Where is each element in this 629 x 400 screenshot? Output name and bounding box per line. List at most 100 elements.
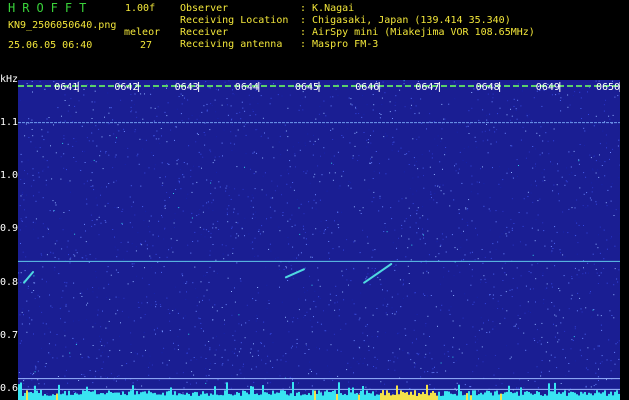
noise-pixel	[75, 141, 77, 142]
noise-pixel	[65, 303, 67, 305]
noise-pixel	[92, 345, 94, 346]
noise-pixel	[185, 283, 187, 284]
noise-pixel	[132, 201, 134, 203]
noise-pixel	[101, 368, 103, 369]
noise-pixel	[594, 155, 596, 156]
noise-pixel	[492, 321, 494, 323]
noise-pixel	[167, 102, 169, 104]
noise-pixel	[460, 232, 462, 234]
noise-pixel	[309, 319, 311, 321]
noise-pixel	[153, 293, 155, 294]
noise-pixel	[93, 189, 95, 191]
noise-pixel	[477, 99, 479, 101]
noise-pixel	[578, 159, 580, 161]
noise-pixel	[177, 344, 179, 346]
noise-pixel	[595, 243, 597, 245]
noise-pixel	[372, 109, 374, 111]
noise-pixel	[414, 366, 416, 368]
power-bar	[454, 393, 456, 400]
power-bar	[226, 382, 228, 400]
noise-pixel	[535, 278, 537, 280]
noise-pixel	[584, 333, 586, 335]
noise-pixel	[215, 136, 217, 138]
noise-pixel	[21, 323, 23, 325]
noise-pixel	[504, 317, 506, 319]
noise-pixel	[64, 281, 66, 283]
noise-pixel	[169, 330, 171, 331]
power-bar	[468, 391, 470, 400]
noise-pixel	[517, 99, 519, 101]
noise-pixel	[513, 325, 515, 327]
noise-pixel	[191, 212, 193, 214]
power-bar	[548, 383, 550, 400]
noise-pixel	[291, 226, 293, 228]
noise-pixel	[289, 218, 291, 220]
noise-pixel	[164, 205, 166, 207]
noise-pixel	[260, 83, 262, 85]
noise-pixel	[144, 267, 145, 269]
noise-pixel	[428, 150, 430, 152]
noise-pixel	[238, 314, 240, 316]
noise-pixel	[209, 266, 211, 268]
noise-pixel	[485, 355, 487, 357]
noise-pixel	[298, 309, 300, 311]
noise-pixel	[291, 214, 293, 216]
noise-pixel	[442, 184, 444, 186]
noise-pixel	[615, 209, 617, 211]
noise-pixel	[466, 222, 468, 223]
noise-pixel	[589, 154, 591, 156]
noise-pixel	[462, 159, 464, 161]
power-bar	[30, 391, 32, 400]
noise-pixel	[63, 138, 65, 140]
noise-pixel	[161, 162, 163, 164]
power-bar	[128, 391, 130, 400]
noise-pixel	[439, 184, 441, 186]
time-tick-label: 0647	[415, 82, 439, 93]
noise-pixel	[540, 371, 542, 373]
noise-pixel	[366, 276, 368, 278]
noise-pixel	[26, 331, 28, 333]
noise-pixel	[396, 311, 397, 313]
noise-pixel	[20, 272, 22, 274]
noise-pixel	[287, 136, 289, 138]
noise-pixel	[102, 168, 104, 170]
noise-pixel	[153, 135, 155, 136]
power-bar	[372, 391, 374, 400]
noise-pixel	[483, 183, 485, 185]
noise-pixel	[158, 379, 160, 381]
noise-pixel	[250, 348, 252, 350]
power-bar	[446, 391, 448, 400]
noise-pixel	[559, 309, 561, 311]
noise-pixel	[398, 237, 399, 239]
noise-pixel	[375, 390, 377, 392]
noise-pixel	[444, 118, 446, 120]
noise-pixel	[90, 186, 92, 187]
noise-pixel	[252, 355, 254, 357]
power-bar	[618, 393, 620, 400]
noise-pixel	[498, 166, 500, 168]
noise-pixel	[48, 233, 49, 234]
power-bar	[614, 391, 616, 400]
noise-pixel	[236, 355, 238, 357]
power-bar	[544, 394, 546, 400]
noise-pixel	[537, 263, 539, 265]
noise-pixel	[286, 183, 288, 185]
power-bar	[326, 390, 328, 400]
noise-pixel	[329, 293, 331, 295]
app-title: HROFFT	[8, 1, 94, 15]
noise-pixel	[265, 266, 267, 268]
noise-pixel	[117, 249, 119, 251]
noise-pixel	[533, 338, 535, 340]
noise-pixel	[553, 140, 555, 142]
noise-pixel	[289, 160, 291, 162]
noise-pixel	[31, 129, 33, 130]
noise-pixel	[338, 309, 340, 311]
noise-pixel	[260, 136, 262, 137]
power-bar	[190, 395, 192, 400]
noise-pixel	[599, 143, 601, 145]
noise-pixel	[568, 370, 570, 372]
noise-pixel	[80, 353, 82, 355]
noise-pixel	[429, 199, 431, 201]
noise-pixel	[510, 219, 512, 221]
noise-pixel	[426, 128, 427, 130]
